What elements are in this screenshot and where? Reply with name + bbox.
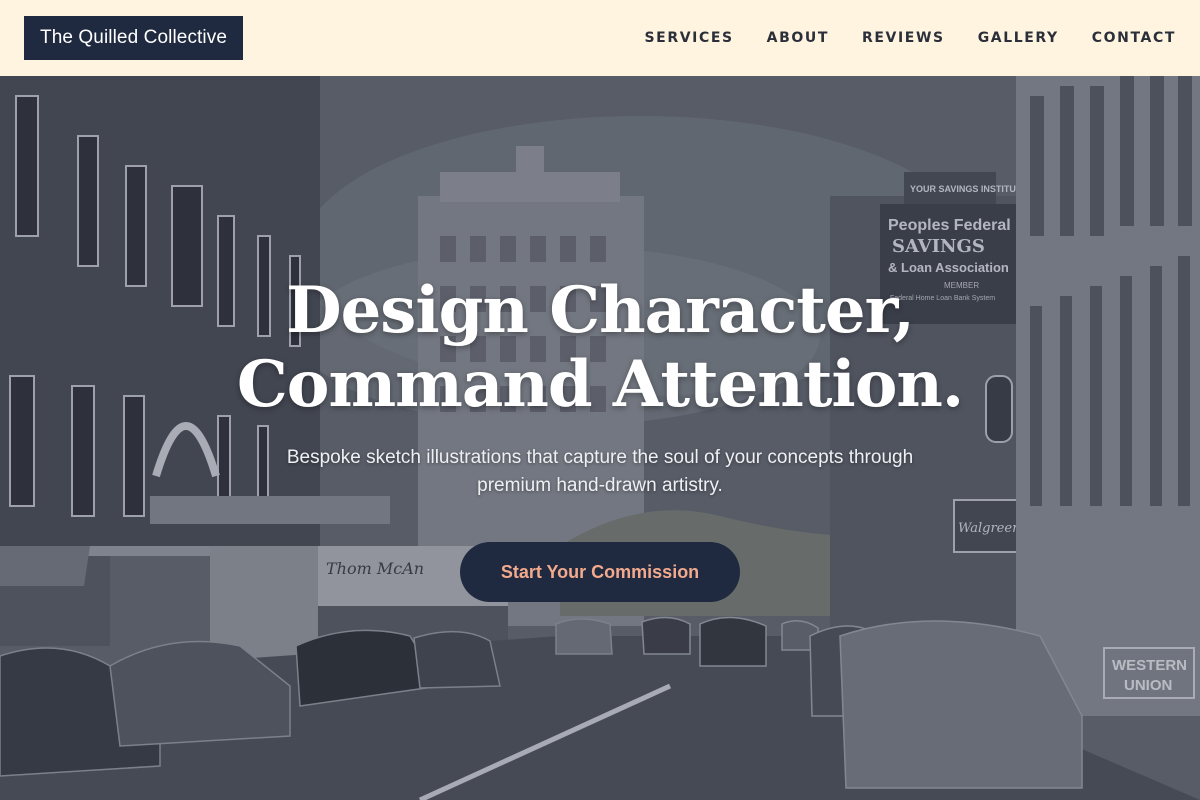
- nav-services-link[interactable]: SERVICES: [644, 30, 733, 46]
- hero-subheadline: Bespoke sketch illustrations that captur…: [286, 447, 914, 496]
- main-nav: SERVICES ABOUT REVIEWS GALLERY CONTACT: [611, 0, 1176, 76]
- brand-logo[interactable]: The Quilled Collective: [24, 16, 244, 60]
- hero-headline: Design Character, Command Attention.: [0, 274, 1200, 422]
- nav-reviews-link[interactable]: REVIEWS: [862, 30, 945, 46]
- hero-headline-line1: Design Character,: [286, 273, 915, 348]
- nav-gallery-link[interactable]: GALLERY: [978, 30, 1059, 46]
- hero-headline-line2: Command Attention.: [236, 347, 964, 422]
- start-commission-button[interactable]: Start Your Commission: [460, 542, 740, 602]
- nav-about-link[interactable]: ABOUT: [767, 30, 829, 46]
- hero-section: Thom McAn YOUR SAVINGS INSTITUTION Peopl…: [0, 76, 1200, 800]
- site-header: The Quilled Collective SERVICES ABOUT RE…: [0, 0, 1200, 76]
- hero-content: Design Character, Command Attention. Bes…: [0, 274, 1200, 602]
- nav-contact-link[interactable]: CONTACT: [1092, 30, 1176, 46]
